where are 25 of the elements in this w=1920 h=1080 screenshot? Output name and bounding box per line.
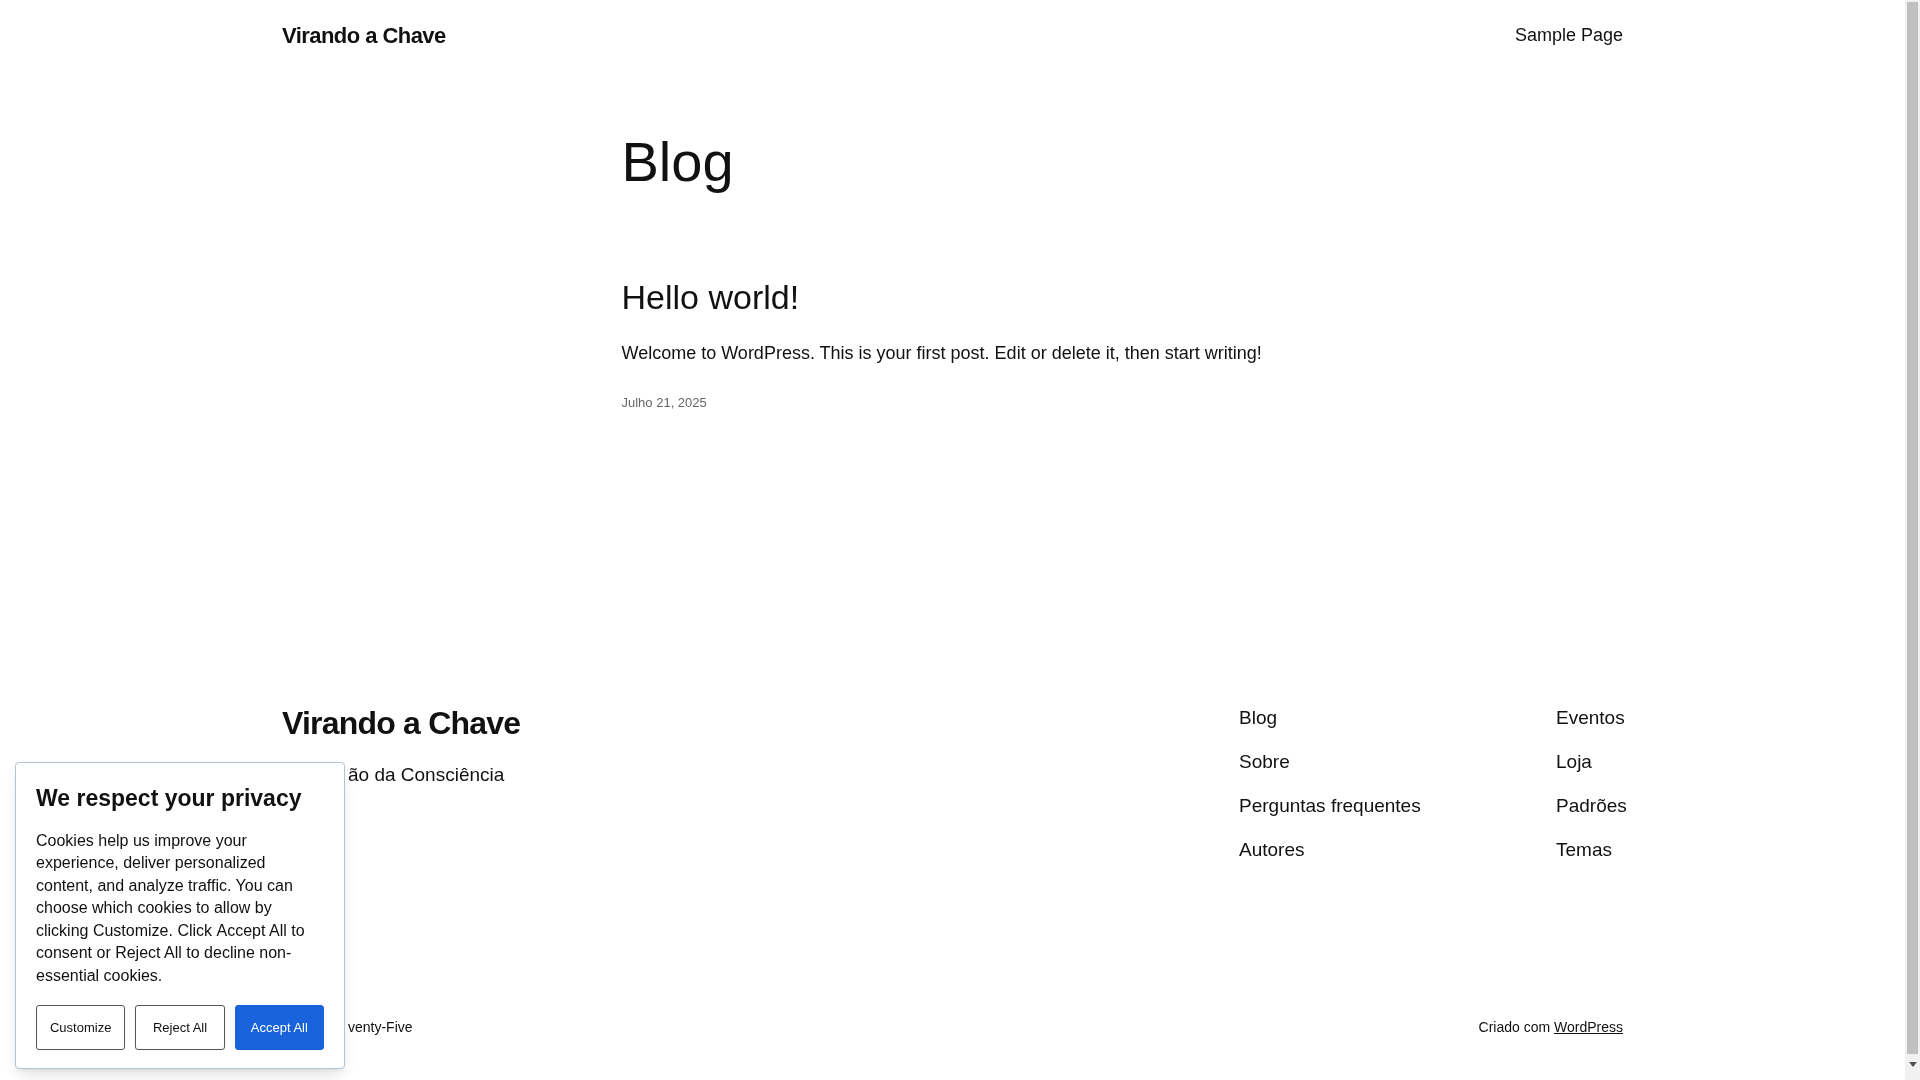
footer-link[interactable]: Autores xyxy=(1239,837,1496,863)
footer-link[interactable]: Eventos xyxy=(1556,705,1623,731)
credit-text: Criado com WordPress xyxy=(1478,1018,1623,1037)
post-date: Julho 21, 2025 xyxy=(621,394,708,412)
nav-link[interactable]: Sample Page xyxy=(1514,21,1623,49)
cookie-button[interactable]: Customize xyxy=(36,1005,126,1050)
footer-link[interactable]: Perguntas frequentes xyxy=(1239,793,1496,819)
cookie-button[interactable]: Reject All xyxy=(135,1005,225,1050)
site-title[interactable]: Virando a Chave xyxy=(282,18,446,52)
scroll-down-icon[interactable] xyxy=(1908,1062,1917,1067)
cookie-button[interactable]: Accept All xyxy=(234,1005,324,1050)
post-title[interactable]: Hello world! xyxy=(621,280,1284,314)
post-excerpt: Welcome to WordPress. This is your first post. Edit or delete it, then start writing! xyxy=(621,342,1263,365)
footer-tagline: ão da Consciência xyxy=(348,763,506,787)
footer-link[interactable]: Temas xyxy=(1556,837,1623,863)
theme-credit: venty-Five xyxy=(348,1018,413,1037)
footer-site-title[interactable]: Virando a Chave xyxy=(282,707,521,739)
scrollbar-thumb[interactable] xyxy=(1907,2,1918,1054)
cookie-text: Cookies help us improve your experience, deliver personalized content, and analyze traffic. You can choose which cookies to allow by clicking Customize. Click Accept All to consent or Reject All to decline non-essential cookies. xyxy=(36,830,306,986)
footer-link[interactable]: Sobre xyxy=(1239,749,1496,775)
scrollbar[interactable] xyxy=(1905,0,1920,1080)
footer-link[interactable]: Blog xyxy=(1239,705,1496,731)
footer-link[interactable]: Loja xyxy=(1556,749,1623,775)
wordpress-link[interactable]: WordPress xyxy=(1554,1019,1623,1035)
cookie-title: We respect your privacy xyxy=(36,784,303,813)
